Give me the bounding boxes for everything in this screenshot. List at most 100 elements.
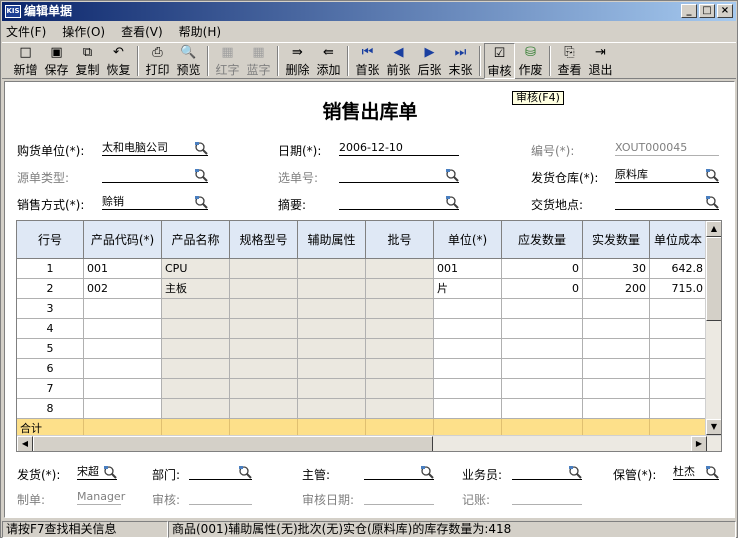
grid-cell[interactable] <box>502 339 583 359</box>
grid-cell[interactable]: 0 <box>502 259 583 279</box>
grid-cell[interactable] <box>434 379 502 399</box>
grid-cell[interactable] <box>162 319 230 339</box>
scroll-left-icon[interactable]: ◀ <box>17 436 33 451</box>
grid-cell[interactable]: 001 <box>434 259 502 279</box>
number-field[interactable]: XOUT000045 <box>615 141 719 156</box>
col-header[interactable]: 单位(*) <box>434 221 502 259</box>
grid-cell[interactable] <box>583 319 650 339</box>
grid-cell[interactable] <box>583 359 650 379</box>
grid-cell[interactable] <box>162 379 230 399</box>
lookup-icon[interactable] <box>194 168 208 182</box>
new-button[interactable]: □ 新增 <box>10 43 41 79</box>
grid-cell[interactable] <box>230 379 298 399</box>
grid-cell[interactable]: 715.0 <box>650 279 707 299</box>
col-header[interactable]: 行号 <box>17 221 84 259</box>
restore-button[interactable]: ↶ 恢复 <box>103 43 134 79</box>
grid-cell[interactable] <box>434 299 502 319</box>
last-record-button[interactable]: ⏭ 末张 <box>445 43 476 79</box>
grid-cell[interactable] <box>230 339 298 359</box>
table-row[interactable]: 2 002 主板 片 0 200 715.0 <box>17 279 707 299</box>
grid-cell[interactable] <box>298 279 366 299</box>
lookup-icon[interactable] <box>103 465 117 479</box>
grid-cell[interactable] <box>298 359 366 379</box>
grid-cell[interactable] <box>650 299 707 319</box>
lookup-icon[interactable] <box>705 168 719 182</box>
col-header[interactable]: 产品代码(*) <box>84 221 162 259</box>
copy-button[interactable]: ⧉ 复制 <box>72 43 103 79</box>
void-button[interactable]: ⛁ 作废 <box>515 43 546 79</box>
col-header[interactable]: 辅助属性 <box>298 221 366 259</box>
menu-view[interactable]: 查看(V) <box>121 23 163 40</box>
grid-cell[interactable] <box>230 319 298 339</box>
grid-cell[interactable] <box>230 359 298 379</box>
grid-cell[interactable] <box>650 399 707 419</box>
grid-cell[interactable] <box>298 339 366 359</box>
grid-cell[interactable] <box>434 399 502 419</box>
grid-cell[interactable] <box>84 359 162 379</box>
scroll-down-icon[interactable]: ▼ <box>706 419 721 435</box>
table-row[interactable]: 7 <box>17 379 707 399</box>
grid-cell[interactable] <box>298 259 366 279</box>
grid-cell[interactable] <box>230 279 298 299</box>
lookup-icon[interactable] <box>705 465 719 479</box>
vertical-scrollbar[interactable]: ▲ ▼ <box>705 221 721 435</box>
exit-button[interactable]: ⇥ 退出 <box>585 43 616 79</box>
keeper-field[interactable]: 杜杰 <box>673 465 719 480</box>
grid-cell[interactable] <box>162 299 230 319</box>
minimize-button[interactable]: _ <box>681 4 697 18</box>
grid-cell[interactable] <box>84 379 162 399</box>
grid-cell[interactable] <box>650 359 707 379</box>
grid-cell[interactable]: CPU <box>162 259 230 279</box>
grid-cell[interactable] <box>366 279 434 299</box>
maximize-button[interactable]: □ <box>699 4 715 18</box>
grid-cell[interactable] <box>366 359 434 379</box>
grid-cell[interactable] <box>230 399 298 419</box>
grid-cell[interactable] <box>366 399 434 419</box>
grid-cell[interactable] <box>298 319 366 339</box>
grid-cell[interactable]: 001 <box>84 259 162 279</box>
grid-cell[interactable] <box>502 299 583 319</box>
grid-cell[interactable] <box>650 379 707 399</box>
grid-cell[interactable]: 片 <box>434 279 502 299</box>
lookup-icon[interactable] <box>238 465 252 479</box>
grid-cell[interactable]: 200 <box>583 279 650 299</box>
delete-row-button[interactable]: ⇛ 删除 <box>282 43 313 79</box>
table-row[interactable]: 8 <box>17 399 707 419</box>
col-header[interactable]: 应发数量 <box>502 221 583 259</box>
table-row[interactable]: 4 <box>17 319 707 339</box>
delivery-field[interactable] <box>615 195 719 210</box>
blue-entry-button[interactable]: ▦ 蓝字 <box>243 43 274 79</box>
grid-cell[interactable] <box>366 259 434 279</box>
manager-field[interactable] <box>364 465 434 480</box>
grid-cell[interactable]: 642.8 <box>650 259 707 279</box>
hscroll-thumb[interactable] <box>33 436 433 451</box>
next-record-button[interactable]: ▶ 后张 <box>414 43 445 79</box>
grid-cell[interactable] <box>298 299 366 319</box>
grid-cell[interactable] <box>502 379 583 399</box>
col-header[interactable]: 产品名称 <box>162 221 230 259</box>
grid-cell[interactable]: 30 <box>583 259 650 279</box>
previous-record-button[interactable]: ◀ 前张 <box>383 43 414 79</box>
grid-cell[interactable] <box>230 259 298 279</box>
scroll-up-icon[interactable]: ▲ <box>706 221 721 237</box>
buyer-field[interactable]: 太和电脑公司 <box>102 141 208 156</box>
menu-file[interactable]: 文件(F) <box>6 23 46 40</box>
lookup-icon[interactable] <box>194 141 208 155</box>
grid-cell[interactable] <box>298 379 366 399</box>
table-row[interactable]: 1 001 CPU 001 0 30 642.8 <box>17 259 707 279</box>
grid-cell[interactable] <box>434 319 502 339</box>
grid-cell[interactable] <box>434 339 502 359</box>
department-field[interactable] <box>189 465 252 480</box>
source-type-field[interactable] <box>102 168 208 183</box>
lookup-icon[interactable] <box>420 465 434 479</box>
grid-cell[interactable] <box>583 399 650 419</box>
grid-cell[interactable] <box>366 299 434 319</box>
grid-cell[interactable] <box>162 399 230 419</box>
table-row[interactable]: 3 <box>17 299 707 319</box>
grid-cell[interactable] <box>650 339 707 359</box>
grid-cell[interactable] <box>502 399 583 419</box>
shipper-field[interactable]: 宋超 <box>77 465 117 480</box>
print-button[interactable]: ⎙ 打印 <box>142 43 173 79</box>
grid-cell[interactable]: 002 <box>84 279 162 299</box>
menu-help[interactable]: 帮助(H) <box>179 23 221 40</box>
